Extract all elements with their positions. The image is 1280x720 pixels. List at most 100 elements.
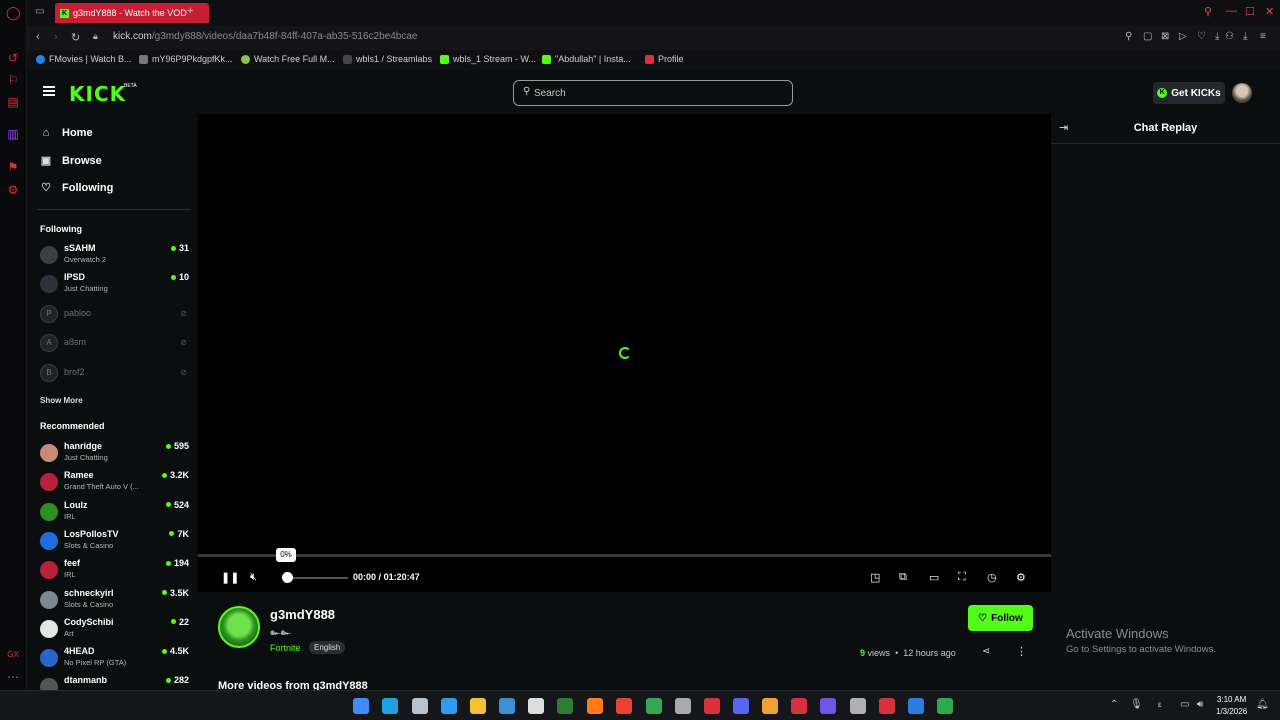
workspace-icon[interactable]: ⚐ <box>6 73 20 87</box>
following-channel[interactable]: IPSD Just Chatting 10 <box>37 271 189 297</box>
category-link[interactable]: Fortnite <box>270 643 301 653</box>
kick-logo[interactable]: KICK <box>69 82 126 106</box>
twitch-icon[interactable]: ▥ <box>6 127 20 141</box>
miniplayer-icon[interactable]: ◳ <box>870 571 880 584</box>
video-player[interactable]: 0% ❚❚ 🔇︎ 00:00 / 01:20:47 ◳ ⧉ ▭ ⛶ ◷ ⚙ <box>198 114 1051 592</box>
back-icon[interactable]: ‹ <box>36 31 40 43</box>
follow-button[interactable]: ♡ Follow <box>968 605 1033 631</box>
opera-icon[interactable] <box>704 698 720 714</box>
following-channel[interactable]: sSAHM Overwatch 2 31 <box>37 242 189 268</box>
microphone-icon[interactable]: 🎙︎ <box>1130 699 1143 710</box>
opera-logo-icon[interactable]: ◯ <box>6 6 21 20</box>
recommended-channel[interactable]: feef IRL 194 <box>37 557 189 583</box>
tab-active[interactable]: K g3mdY888 - Watch the VOD <box>55 3 209 23</box>
tray-chevron-icon[interactable]: ⌃ <box>1110 699 1118 710</box>
settings-gear-icon[interactable]: ⚙ <box>1016 571 1026 584</box>
clock[interactable]: 3:10 AM 1/3/2026 <box>1216 694 1247 718</box>
search-input[interactable] <box>534 84 784 102</box>
volume-icon[interactable]: 🔊︎ <box>1197 699 1203 710</box>
discord-icon[interactable] <box>733 698 749 714</box>
recommended-channel[interactable]: CodySchibi Art 22 <box>37 616 189 642</box>
user-avatar[interactable] <box>1232 83 1252 103</box>
messenger-icon[interactable]: ▤ <box>6 95 20 109</box>
search-box[interactable]: ⚲ <box>513 80 793 106</box>
account-icon[interactable]: ⚇ <box>1225 31 1234 42</box>
flow-icon[interactable]: ⚑ <box>6 160 20 174</box>
settings-icon[interactable]: ⚙ <box>6 183 20 197</box>
history-icon[interactable]: ↺ <box>6 51 20 65</box>
app-icon[interactable] <box>499 698 515 714</box>
following-channel[interactable]: B brof2 ⊘ <box>37 360 189 386</box>
bookmark-item[interactable]: "Abdullah" | Insta... <box>542 54 631 64</box>
pause-button[interactable]: ❚❚ <box>221 571 239 584</box>
recommended-channel[interactable]: 4HEAD No Pixel RP (GTA) 4.5K <box>37 645 189 671</box>
explorer-icon[interactable] <box>470 698 486 714</box>
new-tab-button[interactable]: + <box>187 5 193 17</box>
chrome-icon[interactable] <box>646 698 662 714</box>
recommended-channel[interactable]: LosPollosTV Slots & Casino 7K <box>37 528 189 554</box>
windows-start-icon[interactable] <box>353 698 369 714</box>
url-field[interactable]: kick.com/g3mdy888/videos/daa7b48f-84ff-4… <box>113 31 417 42</box>
following-channel[interactable]: P pabloo ⊘ <box>37 301 189 327</box>
recommended-channel[interactable]: Loulz IRL 524 <box>37 499 189 525</box>
recommended-channel[interactable]: dtanmanb 282 <box>37 674 189 690</box>
soundcloud-icon[interactable] <box>587 698 603 714</box>
menu-icon[interactable]: ≡ <box>1260 31 1266 42</box>
playback-speed-icon[interactable]: ◷ <box>987 571 997 584</box>
seek-bar[interactable] <box>198 554 1051 557</box>
fullscreen-icon[interactable]: ⛶ <box>958 571 966 584</box>
reload-icon[interactable]: ↻ <box>71 31 80 44</box>
app-icon[interactable] <box>850 698 866 714</box>
tab-list-icon[interactable]: ▭ <box>35 6 44 17</box>
app-icon[interactable] <box>791 698 807 714</box>
bookmark-item[interactable]: wbls_1 Stream - W... <box>440 54 536 64</box>
extension-icon[interactable]: ⊠ <box>1161 31 1169 42</box>
favorite-icon[interactable]: ♡ <box>1197 31 1206 42</box>
maximize-button[interactable]: ☐ <box>1245 5 1255 18</box>
search-tabs-icon[interactable]: ⚲ <box>1204 5 1212 18</box>
volume-handle[interactable] <box>282 572 293 583</box>
close-button[interactable]: ✕ <box>1265 5 1274 18</box>
nav-browse[interactable]: ▣ Browse <box>40 154 102 168</box>
channel-name[interactable]: g3mdY888 <box>270 607 335 622</box>
app-icon[interactable] <box>675 698 691 714</box>
bookmark-item[interactable]: Watch Free Full M... <box>241 54 335 64</box>
bookmark-item[interactable]: Profile <box>645 54 684 64</box>
show-more-button[interactable]: Show More <box>40 396 83 405</box>
recommended-channel[interactable]: Ramee Grand Theft Auto V (... 3.2K <box>37 469 189 495</box>
gx-icon[interactable]: GX <box>6 648 20 662</box>
share-icon[interactable]: ⋖ <box>982 646 990 657</box>
more-icon[interactable]: ⋯ <box>6 670 20 684</box>
notification-icon[interactable]: 🔔︎ <box>1256 699 1269 710</box>
xbox-icon[interactable] <box>937 698 953 714</box>
bookmark-item[interactable]: mY96P9PkdgpfKk... <box>139 54 233 64</box>
store-icon[interactable] <box>441 698 457 714</box>
chrome-icon[interactable] <box>616 698 632 714</box>
nav-home[interactable]: ⌂ Home <box>40 127 93 139</box>
edge-icon[interactable] <box>382 698 398 714</box>
theater-mode-icon[interactable]: ▭ <box>929 571 939 584</box>
more-options-icon[interactable]: ⋮ <box>1016 645 1027 658</box>
snapshot-icon[interactable]: ▢ <box>1143 31 1152 42</box>
recommended-channel[interactable]: schneckyirl Slots & Casino 3.5K <box>37 587 189 613</box>
mute-button[interactable]: 🔇︎ <box>250 571 257 584</box>
app-icon[interactable] <box>820 698 836 714</box>
app-icon[interactable] <box>762 698 778 714</box>
nav-following[interactable]: ♡ Following <box>40 181 113 195</box>
language-tag[interactable]: English <box>309 641 346 654</box>
get-kicks-button[interactable]: K Get KICKs <box>1153 82 1225 104</box>
app-icon[interactable] <box>557 698 573 714</box>
menu-icon[interactable] <box>43 86 55 96</box>
bookmark-item[interactable]: FMovies | Watch B... <box>36 54 132 64</box>
steam-icon[interactable] <box>412 698 428 714</box>
player-icon[interactable]: ▷ <box>1179 31 1187 42</box>
minimize-button[interactable]: — <box>1226 5 1237 17</box>
clip-icon[interactable]: ⧉ <box>899 571 907 584</box>
app-icon[interactable] <box>879 698 895 714</box>
channel-avatar[interactable] <box>218 606 260 648</box>
pin-icon[interactable]: ⚲ <box>1125 31 1132 42</box>
following-channel[interactable]: A a8sm ⊘ <box>37 330 189 356</box>
language-indicator[interactable]: ε <box>1158 700 1162 709</box>
forward-icon[interactable]: › <box>54 31 58 43</box>
volume-slider[interactable] <box>286 577 348 579</box>
